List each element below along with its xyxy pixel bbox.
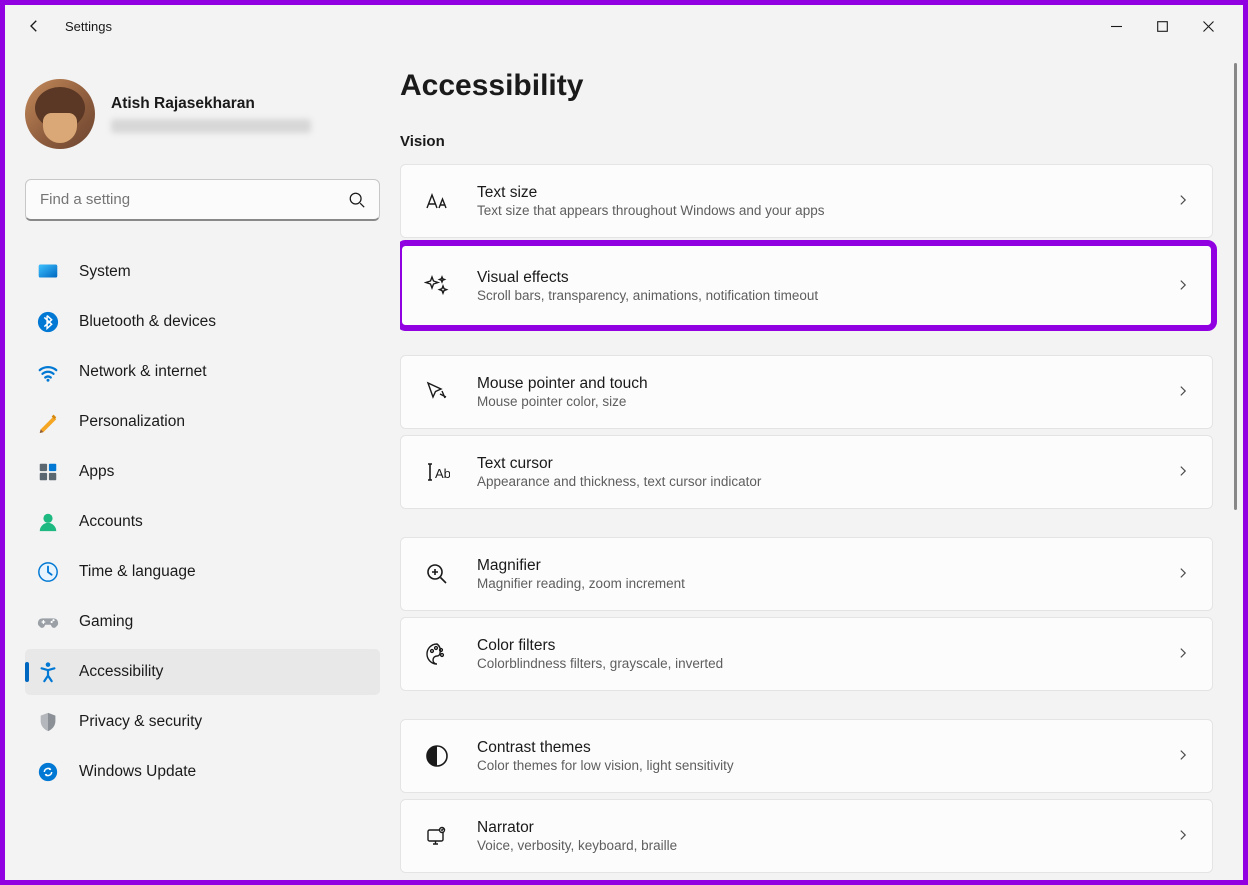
card-text-cursor[interactable]: Ab Text cursorAppearance and thickness, t… — [400, 435, 1213, 509]
accounts-icon — [37, 511, 59, 533]
svg-text:Ab: Ab — [435, 466, 450, 481]
card-text-size[interactable]: Text sizeText size that appears througho… — [400, 164, 1213, 238]
sidebar-item-label: System — [79, 263, 131, 281]
card-description: Color themes for low vision, light sensi… — [477, 758, 1176, 773]
sidebar-item-accessibility[interactable]: Accessibility — [25, 649, 380, 695]
sidebar-item-label: Network & internet — [79, 363, 207, 381]
card-title: Color filters — [477, 637, 1176, 655]
user-block[interactable]: Atish Rajasekharan — [25, 59, 380, 161]
window-controls — [1093, 11, 1231, 41]
chevron-right-icon — [1176, 278, 1192, 294]
card-title: Text cursor — [477, 455, 1176, 473]
card-description: Colorblindness filters, grayscale, inver… — [477, 656, 1176, 671]
sidebar-item-apps[interactable]: Apps — [25, 449, 380, 495]
card-description: Appearance and thickness, text cursor in… — [477, 474, 1176, 489]
card-visual-effects[interactable]: Visual effectsScroll bars, transparency,… — [400, 244, 1213, 327]
sidebar-item-label: Windows Update — [79, 763, 196, 781]
chevron-right-icon — [1176, 193, 1192, 209]
contrast-themes-icon — [423, 742, 451, 770]
card-title: Text size — [477, 184, 1176, 202]
card-description: Text size that appears throughout Window… — [477, 203, 1176, 218]
color-filters-icon — [423, 640, 451, 668]
magnifier-icon — [423, 560, 451, 588]
sidebar-item-privacy[interactable]: Privacy & security — [25, 699, 380, 745]
app-title: Settings — [65, 19, 112, 34]
card-color-filters[interactable]: Color filtersColorblindness filters, gra… — [400, 617, 1213, 691]
network-icon — [37, 361, 59, 383]
apps-icon — [37, 461, 59, 483]
search-box — [25, 179, 380, 221]
update-icon — [37, 761, 59, 783]
sidebar-item-personalization[interactable]: Personalization — [25, 399, 380, 445]
sidebar-item-bluetooth[interactable]: Bluetooth & devices — [25, 299, 380, 345]
sidebar-item-update[interactable]: Windows Update — [25, 749, 380, 795]
search-icon — [348, 191, 366, 209]
card-narrator[interactable]: NarratorVoice, verbosity, keyboard, brai… — [400, 799, 1213, 873]
chevron-right-icon — [1176, 828, 1192, 844]
chevron-right-icon — [1176, 384, 1192, 400]
page-title: Accessibility — [400, 69, 1213, 103]
chevron-right-icon — [1176, 646, 1192, 662]
bluetooth-icon — [37, 311, 59, 333]
card-title: Mouse pointer and touch — [477, 375, 1176, 393]
close-button[interactable] — [1185, 11, 1231, 41]
chevron-right-icon — [1176, 566, 1192, 582]
sidebar-item-label: Apps — [79, 463, 114, 481]
card-magnifier[interactable]: MagnifierMagnifier reading, zoom increme… — [400, 537, 1213, 611]
card-title: Narrator — [477, 819, 1176, 837]
accessibility-icon — [37, 661, 59, 683]
maximize-button[interactable] — [1139, 11, 1185, 41]
sidebar-item-label: Gaming — [79, 613, 133, 631]
card-title: Magnifier — [477, 557, 1176, 575]
main-content: Accessibility Vision Text sizeText size … — [400, 47, 1243, 880]
sidebar-item-label: Bluetooth & devices — [79, 313, 216, 331]
privacy-icon — [37, 711, 59, 733]
sidebar-item-label: Time & language — [79, 563, 196, 581]
sidebar-item-gaming[interactable]: Gaming — [25, 599, 380, 645]
chevron-right-icon — [1176, 464, 1192, 480]
avatar — [25, 79, 95, 149]
user-name: Atish Rajasekharan — [111, 95, 311, 113]
chevron-right-icon — [1176, 748, 1192, 764]
narrator-icon — [423, 822, 451, 850]
title-bar: Settings — [5, 5, 1243, 47]
back-button[interactable] — [23, 15, 45, 37]
user-email-redacted — [111, 119, 311, 133]
sidebar-item-label: Accessibility — [79, 663, 163, 681]
card-description: Scroll bars, transparency, animations, n… — [477, 288, 1176, 303]
visual-effects-icon — [423, 272, 451, 300]
text-cursor-icon: Ab — [423, 458, 451, 486]
card-title: Visual effects — [477, 269, 1176, 287]
sidebar-item-label: Personalization — [79, 413, 185, 431]
sidebar-item-accounts[interactable]: Accounts — [25, 499, 380, 545]
card-description: Voice, verbosity, keyboard, braille — [477, 838, 1176, 853]
card-contrast-themes[interactable]: Contrast themesColor themes for low visi… — [400, 719, 1213, 793]
scrollbar[interactable] — [1234, 63, 1237, 510]
card-description: Mouse pointer color, size — [477, 394, 1176, 409]
sidebar-item-time[interactable]: Time & language — [25, 549, 380, 595]
sidebar-item-system[interactable]: System — [25, 249, 380, 295]
system-icon — [37, 261, 59, 283]
card-description: Magnifier reading, zoom increment — [477, 576, 1176, 591]
personalization-icon — [37, 411, 59, 433]
text-size-icon — [423, 187, 451, 215]
search-input[interactable] — [25, 179, 380, 221]
sidebar-item-label: Privacy & security — [79, 713, 202, 731]
minimize-button[interactable] — [1093, 11, 1139, 41]
card-mouse-pointer[interactable]: Mouse pointer and touchMouse pointer col… — [400, 355, 1213, 429]
sidebar-item-network[interactable]: Network & internet — [25, 349, 380, 395]
time-icon — [37, 561, 59, 583]
card-title: Contrast themes — [477, 739, 1176, 757]
gaming-icon — [37, 611, 59, 633]
section-header-vision: Vision — [400, 133, 1213, 150]
mouse-pointer-icon — [423, 378, 451, 406]
sidebar: Atish Rajasekharan System Bluetooth & dev… — [5, 47, 400, 880]
sidebar-item-label: Accounts — [79, 513, 143, 531]
